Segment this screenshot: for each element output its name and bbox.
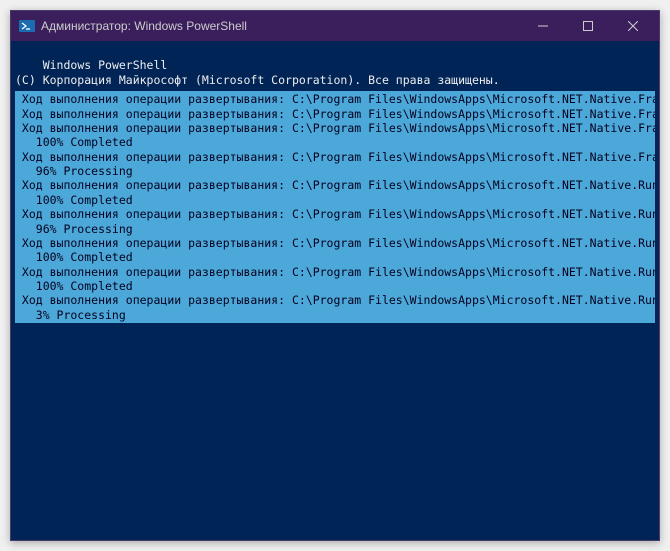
window-title: Администратор: Windows PowerShell <box>41 19 520 33</box>
output-line: 96% Processing <box>15 164 655 178</box>
ps-header-line: Windows PowerShell <box>43 58 168 72</box>
ps-copyright-line: (C) Корпорация Майкрософт (Microsoft Cor… <box>15 73 500 87</box>
minimize-button[interactable] <box>520 11 565 41</box>
output-line: Ход выполнения операции развертывания: C… <box>15 92 655 106</box>
window-controls <box>520 11 655 41</box>
terminal-output[interactable]: Windows PowerShell (C) Корпорация Майкро… <box>11 41 659 540</box>
powershell-window: Администратор: Windows PowerShell Window… <box>10 10 660 541</box>
output-line: Ход выполнения операции развертывания: C… <box>15 107 655 121</box>
output-line: Ход выполнения операции развертывания: C… <box>15 207 655 221</box>
output-line: Ход выполнения операции развертывания: C… <box>15 178 655 192</box>
output-line: 100% Completed <box>15 250 655 264</box>
output-line: 100% Completed <box>15 135 655 149</box>
output-line: Ход выполнения операции развертывания: C… <box>15 265 655 279</box>
titlebar[interactable]: Администратор: Windows PowerShell <box>11 11 659 41</box>
output-line: 100% Completed <box>15 279 655 293</box>
output-line: 3% Processing <box>15 308 655 322</box>
output-line: Ход выполнения операции развертывания: C… <box>15 150 655 164</box>
output-line: Ход выполнения операции развертывания: C… <box>15 293 655 307</box>
powershell-icon <box>19 18 35 34</box>
output-line: Ход выполнения операции развертывания: C… <box>15 121 655 135</box>
maximize-button[interactable] <box>565 11 610 41</box>
output-line: Ход выполнения операции развертывания: C… <box>15 236 655 250</box>
selected-text-block: Ход выполнения операции развертывания: C… <box>15 91 655 323</box>
close-button[interactable] <box>610 11 655 41</box>
output-line: 96% Processing <box>15 222 655 236</box>
output-line: 100% Completed <box>15 193 655 207</box>
